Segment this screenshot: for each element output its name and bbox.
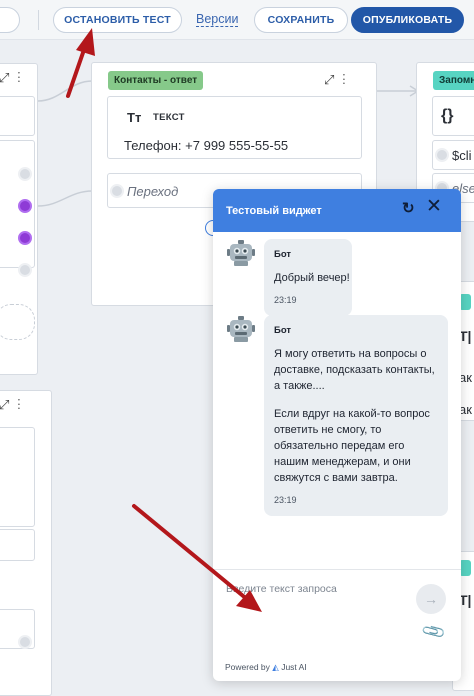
card-actions-icons-3[interactable]: ⤢⋮ (324, 72, 354, 88)
toolbar-divider (38, 10, 39, 30)
top-toolbar: ОСТАНОВИТЬ ТЕСТ Версии СОХРАНИТЬ ОПУБЛИК… (0, 0, 474, 40)
message-text-line: доставке, подсказать контакты, (274, 364, 435, 376)
send-arrow-icon: → (424, 591, 438, 607)
save-button[interactable]: СОХРАНИТЬ (254, 7, 348, 33)
bot-avatar-icon (227, 316, 255, 342)
message-time: 23:19 (274, 495, 297, 505)
left-radio-2[interactable] (18, 199, 32, 213)
message-text-line: Я могу ответить на вопросы о (274, 348, 427, 360)
message-input[interactable]: Введите текст запроса (226, 583, 337, 595)
message-text-line: нашим менеджерам, и они (274, 456, 411, 468)
widget-header: Тестовый виджет ↻ ✕ (213, 189, 461, 232)
braces-icon: {} (441, 107, 454, 124)
var-text-1: $cli (452, 148, 472, 163)
publish-button[interactable]: ОПУБЛИКОВАТЬ (351, 7, 464, 33)
message-bubble: Бот Я могу ответить на вопросы о доставк… (264, 315, 448, 516)
message-text-line: обязательно передам его (274, 440, 405, 452)
card-actions-icons[interactable]: ⤢⋮ (0, 70, 29, 86)
left-card-bottom-field[interactable] (0, 529, 35, 561)
message-bubble: Бот Добрый вечер! 23:19 (264, 239, 352, 316)
text-block-label: ТЕКСТ (153, 112, 185, 123)
left-radio-4[interactable] (18, 263, 32, 277)
left-add-slot[interactable] (0, 304, 35, 340)
message-time: 23:19 (274, 295, 297, 305)
bot-avatar-icon (227, 240, 255, 266)
send-button[interactable]: → (416, 584, 446, 614)
powered-by-brand: Just AI (281, 662, 307, 672)
left-radio-5[interactable] (18, 635, 32, 649)
contacts-tag: Контакты - ответ (108, 71, 204, 90)
text-block[interactable]: Tт ТЕКСТ Телефон: +7 999 555-55-55 (107, 96, 362, 159)
message-sender: Бот (274, 249, 292, 260)
attach-icon[interactable]: 📎 (420, 618, 448, 646)
card-actions-icons-2[interactable]: ⤢⋮ (0, 397, 29, 413)
versions-link[interactable]: Версии (196, 12, 239, 27)
message-text-line: Если вдруг на какой-то вопрос (274, 408, 430, 420)
remember-tag: Запомн (433, 71, 474, 90)
var-field-1[interactable]: $cli (432, 140, 474, 170)
toolbar-edge-button[interactable] (0, 7, 20, 33)
phone-text: Телефон: +7 999 555-55-55 (124, 138, 289, 153)
stop-test-button[interactable]: ОСТАНОВИТЬ ТЕСТ (53, 7, 182, 33)
var-radio-1[interactable] (435, 148, 449, 162)
powered-by-label: Powered by (225, 662, 270, 672)
powered-by[interactable]: Powered by ◭ Just AI (225, 662, 307, 673)
message-sender: Бот (274, 325, 292, 336)
transition-radio[interactable] (110, 184, 124, 198)
left-card-top[interactable]: ⤢⋮ (0, 63, 38, 375)
code-block[interactable]: {} (432, 96, 474, 136)
text-type-icon: Tт (127, 110, 142, 125)
transition-placeholder: Переход (127, 184, 179, 199)
refresh-icon[interactable]: ↻ (402, 201, 415, 217)
left-card-block[interactable] (0, 96, 35, 136)
message-text: Добрый вечер! (274, 272, 350, 284)
message-text-line: ответить не смогу, то (274, 424, 382, 436)
left-card-bottom[interactable]: ⤢⋮ (0, 390, 52, 696)
left-radio-1[interactable] (18, 167, 32, 181)
justai-logo-icon: ◭ (272, 662, 279, 672)
left-radio-3[interactable] (18, 231, 32, 245)
message-text-line: а также.... (274, 380, 325, 392)
message-text-line: свяжутся с вами завтра. (274, 472, 398, 484)
left-card-bottom-block[interactable] (0, 427, 35, 527)
input-divider (213, 569, 461, 570)
widget-title: Тестовый виджет (226, 205, 322, 217)
test-widget[interactable]: Тестовый виджет ↻ ✕ Бот Добрый вечер! 23… (213, 189, 461, 681)
close-icon[interactable]: ✕ (426, 197, 442, 216)
